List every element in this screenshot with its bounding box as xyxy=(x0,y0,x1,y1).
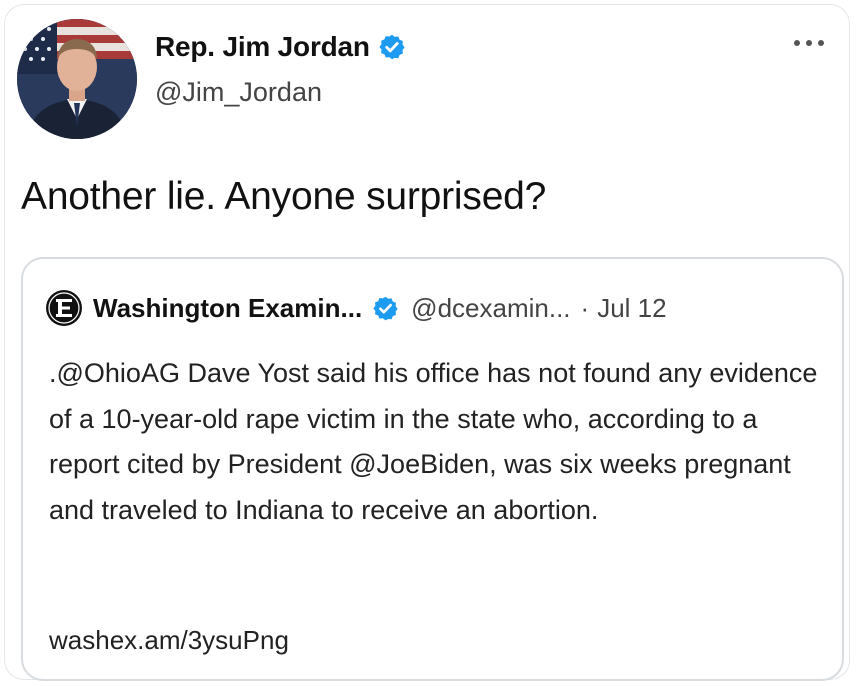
quoted-tweet-header: Washington Examin... @dcexamin... · Jul … xyxy=(45,289,667,327)
separator-dot: · xyxy=(580,292,590,323)
author-display-name[interactable]: Rep. Jim Jordan xyxy=(155,31,370,63)
washington-examiner-logo-icon xyxy=(45,289,83,327)
quoted-tweet-text: .@OhioAG Dave Yost said his office has n… xyxy=(49,358,818,525)
quoted-author-name[interactable]: Washington Examin... xyxy=(93,293,362,324)
quoted-author-handle[interactable]: @dcexamin... xyxy=(411,293,570,324)
verified-badge-icon xyxy=(378,33,406,61)
verified-badge-icon xyxy=(372,295,399,322)
author-name-row[interactable]: Rep. Jim Jordan xyxy=(155,31,406,63)
avatar[interactable] xyxy=(17,19,137,139)
quoted-tweet-date[interactable]: Jul 12 xyxy=(597,293,666,324)
tweet-text: Another lie. Anyone surprised? xyxy=(21,175,547,218)
author-handle[interactable]: @Jim_Jordan xyxy=(155,77,322,108)
tweet-card: Rep. Jim Jordan @Jim_Jordan Another lie.… xyxy=(4,4,850,681)
quoted-tweet-link[interactable]: washex.am/3ysuPng xyxy=(49,625,289,656)
ellipsis-icon[interactable] xyxy=(789,33,829,53)
avatar-photo xyxy=(17,19,137,139)
quoted-tweet[interactable]: Washington Examin... @dcexamin... · Jul … xyxy=(21,257,844,681)
